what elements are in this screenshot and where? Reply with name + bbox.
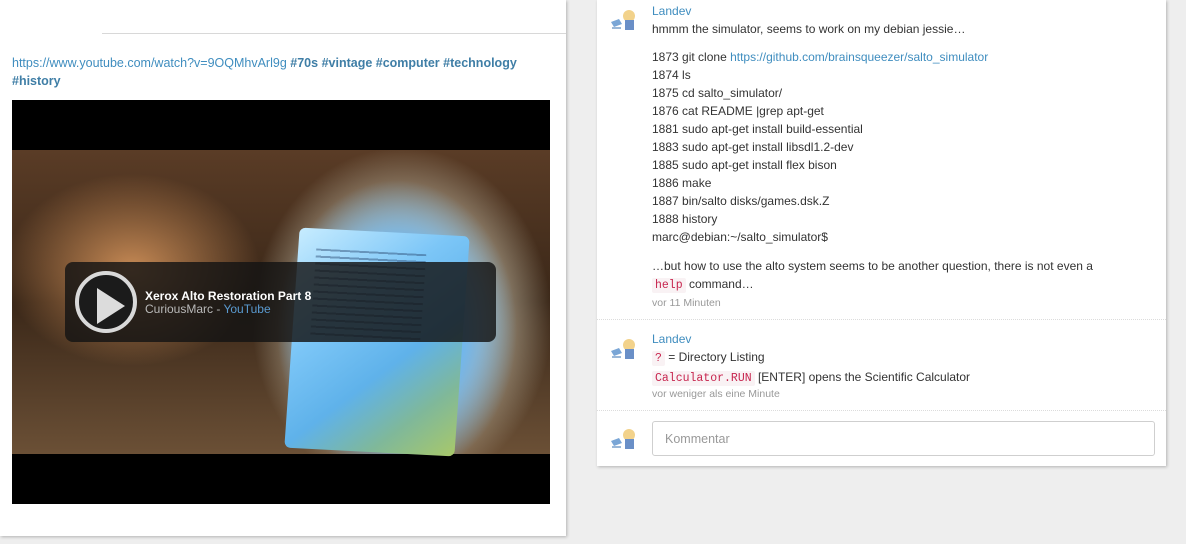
command-line: 1874 ls [652,66,1152,84]
post-divider [102,33,566,34]
play-icon [97,288,125,324]
line-number: 1881 [652,122,679,136]
command-line: 1888 history [652,210,1152,228]
comment-author[interactable]: Landev [652,332,691,346]
command-text: cat README |grep apt-get [682,104,824,118]
video-overlay[interactable]: Xerox Alto Restoration Part 8 CuriousMar… [65,262,496,342]
line-number: 1875 [652,86,679,100]
command-text: bin/salto disks/games.dsk.Z [682,194,830,208]
comment-intro: hmmm the simulator, seems to work on my … [652,22,966,36]
line-number: 1885 [652,158,679,172]
video-embed[interactable]: Xerox Alto Restoration Part 8 CuriousMar… [12,100,550,504]
video-meta-separator: - [213,302,224,316]
comment-outro: …but how to use the alto system seems to… [652,259,1093,293]
line-number: 1883 [652,140,679,154]
avatar[interactable] [609,336,639,362]
command-text: cd salto_simulator/ [682,86,783,100]
tag-computer[interactable]: #computer [376,56,440,70]
command-text: sudo apt-get install build-essential [682,122,863,136]
comment-body: ? = Directory Listing Calculator.RUN [EN… [652,348,1152,388]
line-number: 1888 [652,212,679,226]
tag-technology[interactable]: #technology [443,56,517,70]
avatar[interactable] [609,7,639,33]
command-line: 1886 make [652,174,1152,192]
line-number: 1873 [652,50,679,64]
comment: Landev ? = Directory Listing Calculator.… [597,320,1166,410]
tag-vintage[interactable]: #vintage [322,56,373,70]
command-text: sudo apt-get install flex bison [682,158,837,172]
command-text: ls [682,68,691,82]
tag-70s[interactable]: #70s [290,56,318,70]
command-text: sudo apt-get install libsdl1.2-dev [682,140,854,154]
line-number: 1886 [652,176,679,190]
comment: Landev hmmm the simulator, seems to work… [597,0,1166,320]
video-source[interactable]: YouTube [223,302,270,316]
inline-code: Calculator.RUN [652,371,755,386]
command-line: 1876 cat README |grep apt-get [652,102,1152,120]
command-text: git clone [682,50,731,64]
comment-timestamp[interactable]: vor weniger als eine Minute [652,388,780,400]
comment-author[interactable]: Landev [652,4,691,18]
command-text: make [682,176,712,190]
comment-timestamp[interactable]: vor 11 Minuten [652,297,721,309]
comment-input[interactable] [652,421,1155,456]
line-number: 1887 [652,194,679,208]
line-number: 1876 [652,104,679,118]
tag-history[interactable]: #history [12,74,61,88]
play-button[interactable] [75,271,137,333]
command-line: 1881 sudo apt-get install build-essentia… [652,120,1152,138]
video-title[interactable]: Xerox Alto Restoration Part 8 [145,289,311,303]
post-panel: https://www.youtube.com/watch?v=9OQMhvAr… [0,0,566,536]
video-meta: CuriousMarc - YouTube [145,302,271,316]
command-line: 1875 cd salto_simulator/ [652,84,1152,102]
shell-prompt: marc@debian:~/salto_simulator$ [652,230,828,244]
video-channel[interactable]: CuriousMarc [145,302,213,316]
comment-divider [597,410,1166,411]
current-user-avatar [611,429,635,449]
command-text: history [682,212,718,226]
command-line: 1873 git clone https://github.com/brains… [652,48,1152,66]
post-text: https://www.youtube.com/watch?v=9OQMhvAr… [12,54,552,90]
youtube-link[interactable]: https://www.youtube.com/watch?v=9OQMhvAr… [12,56,287,70]
command-line: 1887 bin/salto disks/games.dsk.Z [652,192,1152,210]
inline-code: ? [652,351,665,366]
line-number: 1874 [652,68,679,82]
command-line: 1885 sudo apt-get install flex bison [652,156,1152,174]
github-link[interactable]: https://github.com/brainsqueezer/salto_s… [730,50,988,64]
comment-body: hmmm the simulator, seems to work on my … [652,20,1152,295]
command-line: 1883 sudo apt-get install libsdl1.2-dev [652,138,1152,156]
comments-panel: Landev hmmm the simulator, seems to work… [597,0,1166,466]
inline-code: help [652,278,686,293]
